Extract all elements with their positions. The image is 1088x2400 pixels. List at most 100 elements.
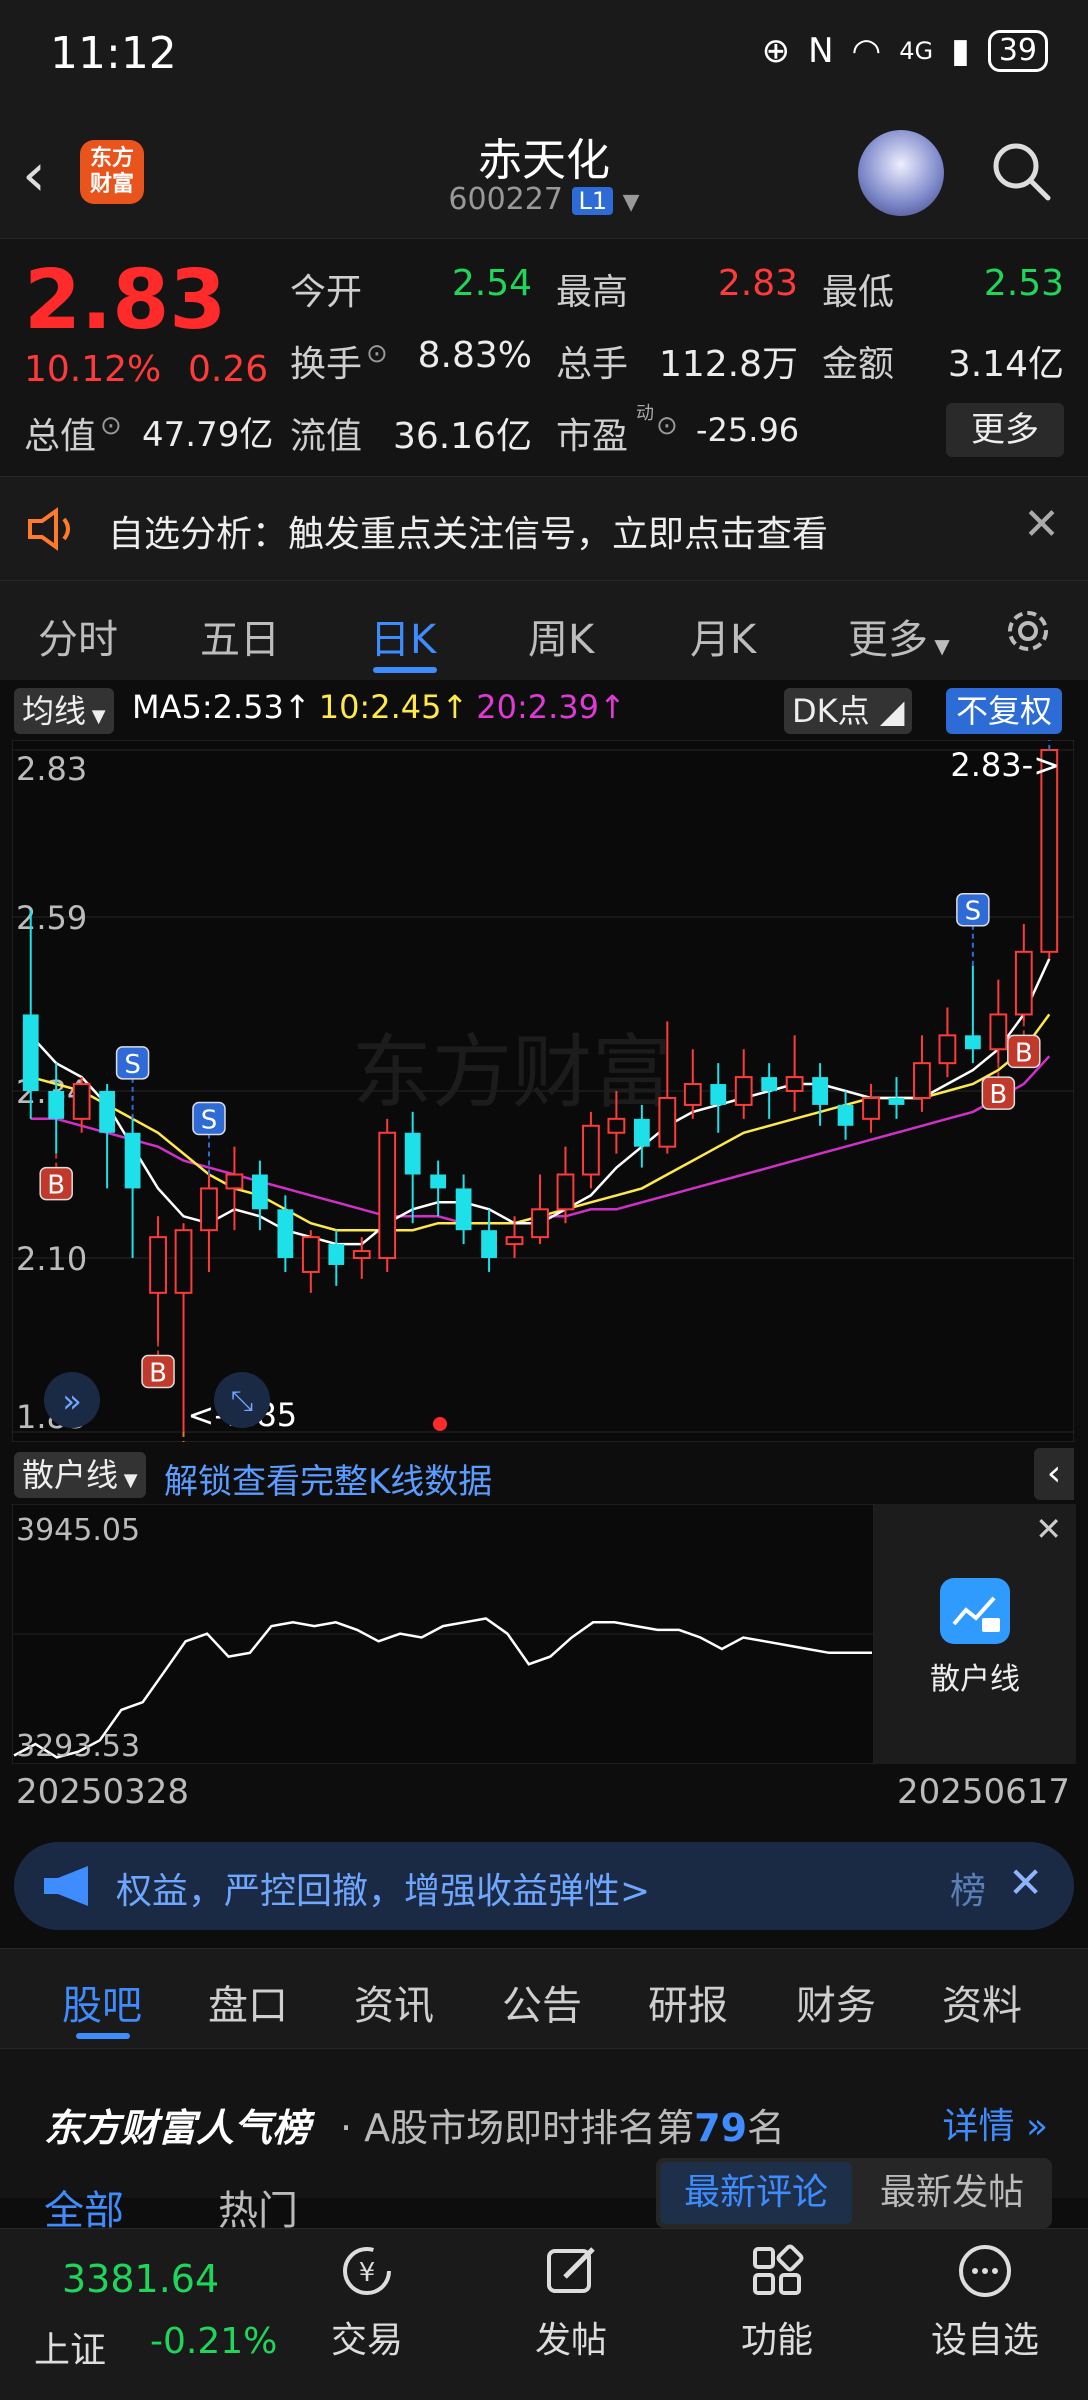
candle-body (556, 1173, 575, 1211)
close-icon[interactable]: ✕ (1023, 499, 1060, 550)
candle-body (225, 1173, 244, 1190)
index-percent[interactable]: -0.21% (150, 2321, 277, 2362)
watermark-text: 东方财富 (352, 1026, 672, 1119)
nav-post-label: 发帖 (534, 2320, 607, 2361)
sort-latest-post[interactable]: 最新发帖 (856, 2162, 1048, 2224)
tab-announcement[interactable]: 公告 (502, 1973, 582, 2031)
float-cap-label: 流值 (290, 416, 363, 457)
unlock-link[interactable]: 解锁查看完整K线数据 (164, 1454, 492, 1503)
info-icon[interactable]: ⊙ (656, 411, 678, 441)
candle-body (734, 1076, 753, 1106)
chart-period-tabs: 分时 五日 日K 周K 月K 更多 ▼ (0, 580, 1088, 680)
more-dots-icon (959, 2245, 1011, 2297)
volume-label: 总手 (556, 344, 629, 385)
status-icons: ⊕ N ◠ 4G ▮ 39 (762, 30, 1048, 72)
candle-body (378, 1131, 397, 1260)
notice-text: 自选分析：触发重点关注信号，立即点击查看 (108, 514, 829, 555)
sort-latest-comment[interactable]: 最新评论 (660, 2162, 852, 2224)
svg-text:¥: ¥ (359, 2258, 376, 2288)
end-date: 20250617 (896, 1772, 1070, 1812)
candlestick-chart[interactable]: 2.832.592.342.101.85东方财富BBBBSSSST2.83-><… (12, 740, 1074, 1442)
up-arrow-icon: ↑ (441, 688, 469, 726)
indicator-select[interactable]: 均线 ▼ (14, 688, 114, 734)
info-icon[interactable]: ⊙ (366, 339, 388, 369)
gear-icon[interactable] (1000, 603, 1056, 659)
nav-features[interactable]: 功能 (702, 2241, 852, 2363)
tab-guba[interactable]: 股吧 (62, 1973, 142, 2031)
tab-monthly-k[interactable]: 月K (690, 607, 756, 665)
tab-news[interactable]: 资讯 (354, 1973, 434, 2031)
nav-trade[interactable]: ¥ 交易 (292, 2241, 442, 2363)
content-tabs: 股吧 盘口 资讯 公告 研报 财务 资料 (0, 1948, 1088, 2048)
ma10-text: 10:2.45 (318, 688, 442, 726)
close-icon[interactable]: ✕ (1008, 1858, 1043, 1907)
double-chevron-icon: » (62, 1382, 82, 1420)
y-tick-label: 2.59 (16, 899, 87, 937)
hd-icon: ⊕ (761, 31, 791, 71)
tab-profile[interactable]: 资料 (942, 1973, 1022, 2031)
candle-body (200, 1187, 218, 1232)
amount-value: 3.14亿 (947, 344, 1064, 385)
tab-pankou[interactable]: 盘口 (208, 1973, 288, 2031)
low-label: 最低 (822, 272, 895, 313)
stock-header: ‹ 东方财富 赤天化 600227 L1 ▼ (0, 112, 1088, 238)
assistant-robot-icon[interactable] (858, 130, 944, 216)
unlock-panel[interactable]: ✕ 散户线 (874, 1504, 1076, 1764)
ma10-value: 10:2.45↑ (319, 688, 469, 726)
post-filter-tabs: 全部 热门 最新评论 最新发帖 (0, 2158, 1088, 2234)
promo-banner[interactable]: 权益，严控回撤，增强收益弹性> 榜 ✕ (14, 1842, 1074, 1930)
level-badge: L1 (572, 187, 614, 215)
collapse-icon[interactable]: ‹ (1034, 1448, 1074, 1500)
caret-down-icon: ▼ (86, 706, 106, 727)
candle-body (964, 1035, 981, 1050)
candle-body (252, 1174, 268, 1210)
dk-point-button[interactable]: DK点 ◢ (784, 688, 913, 734)
candle-body (812, 1077, 828, 1105)
event-dot (433, 1417, 447, 1431)
up-arrow-icon: ↑ (599, 688, 626, 726)
indicator-label: 均线 (22, 692, 87, 730)
low-value: 2.53 (983, 263, 1064, 304)
candle-body (352, 1250, 371, 1260)
tab-research[interactable]: 研报 (648, 1973, 728, 2031)
tab-finance[interactable]: 财务 (796, 1973, 876, 2031)
y-tick-label: 2.83 (16, 750, 87, 788)
tab-weekly-k[interactable]: 周K (528, 607, 594, 665)
active-tab-indicator (76, 2033, 130, 2039)
nav-add-watchlist[interactable]: 设自选 (910, 2241, 1060, 2363)
tab-five-day[interactable]: 五日 (200, 607, 280, 665)
candle-body (761, 1077, 778, 1091)
market-cap-label: 总值 (24, 416, 97, 457)
analysis-notice[interactable]: 自选分析：触发重点关注信号，立即点击查看 ✕ (0, 476, 1088, 580)
candle-body (710, 1084, 727, 1105)
index-value[interactable]: 3381.64 (62, 2257, 219, 2301)
rank-detail-link[interactable]: 详情 » (943, 2097, 1049, 2149)
quote-panel: 2.83 10.12% 0.26 今开 2.54 最高 2.83 最低 2.53… (0, 238, 1088, 476)
caret-down-icon: ▼ (928, 634, 950, 658)
nfc-icon: N (808, 31, 834, 71)
search-icon[interactable] (990, 140, 1052, 202)
caret-down-icon: ▼ (118, 1470, 138, 1491)
tab-daily-k[interactable]: 日K (370, 607, 436, 665)
candle-body (404, 1132, 421, 1175)
candle-body (174, 1229, 193, 1294)
nav-add-watchlist-label: 设自选 (930, 2320, 1039, 2361)
close-icon[interactable]: ✕ (1035, 1510, 1062, 1548)
chart-header: 均线 ▼ MA5:2.53↑ 10:2.45↑ 20:2.39↑ DK点 ◢ 不… (0, 680, 1088, 740)
megaphone-icon (44, 1866, 88, 1906)
index-name[interactable]: 上证 (34, 2321, 106, 2373)
chevron-down-icon: ▼ (622, 190, 640, 215)
more-button[interactable]: 更多 (946, 403, 1064, 457)
ma-values: MA5:2.53↑ 10:2.45↑ 20:2.39↑ (132, 688, 626, 726)
adjust-button[interactable]: 不复权 (946, 688, 1063, 734)
tab-intraday[interactable]: 分时 (38, 607, 118, 665)
nav-post[interactable]: 发帖 (496, 2241, 646, 2363)
rank-text: · A股市场即时排名第79名 (340, 2097, 785, 2152)
tab-more[interactable]: 更多 ▼ (848, 607, 950, 665)
candle-body (683, 1083, 702, 1106)
network-label: 4G (899, 37, 934, 65)
sub-indicator-label: 散户线 (22, 1456, 119, 1494)
sub-indicator-select[interactable]: 散户线 ▼ (14, 1452, 146, 1498)
nav-features-label: 功能 (740, 2320, 813, 2361)
info-icon[interactable]: ⊙ (100, 411, 122, 441)
